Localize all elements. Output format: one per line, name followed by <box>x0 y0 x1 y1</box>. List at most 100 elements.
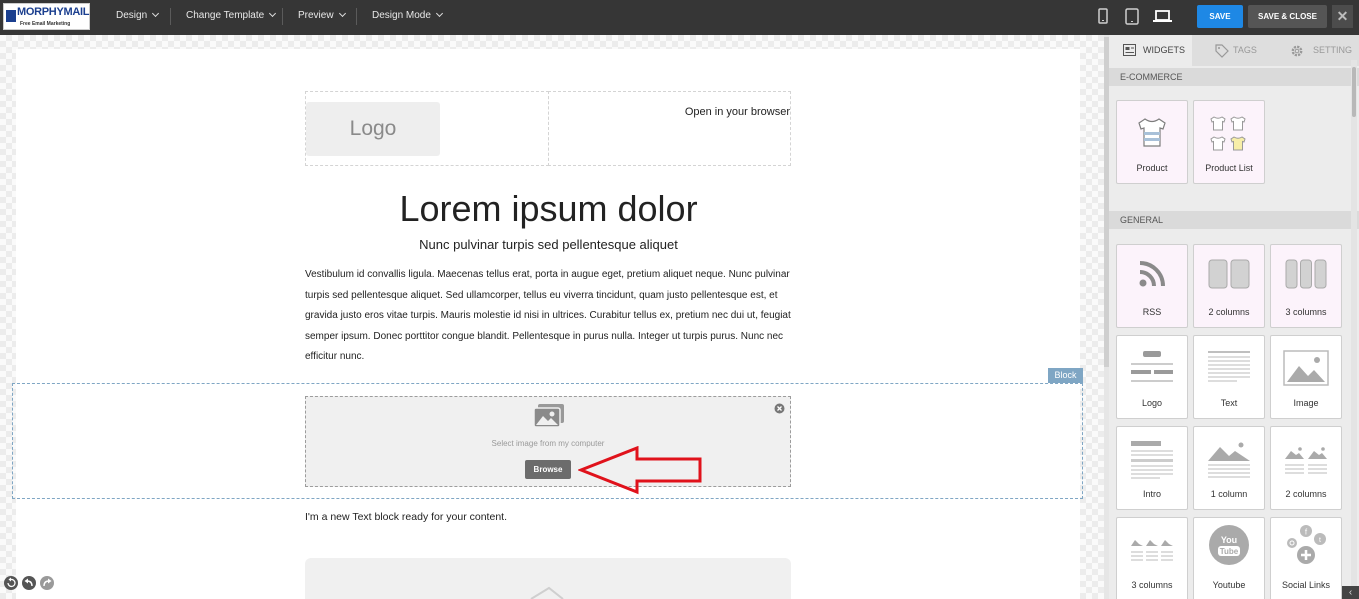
chevron-down-icon <box>269 9 277 18</box>
text-icon <box>1208 351 1250 382</box>
widget-intro[interactable]: Intro <box>1116 426 1188 510</box>
brand-mark-icon <box>6 10 16 22</box>
select-image-label: Select image from my computer <box>491 439 605 448</box>
collapse-panel-icon[interactable]: ‹ <box>1342 586 1359 599</box>
widget-youtube[interactable]: You Tube Youtube <box>1193 517 1265 599</box>
menu-divider <box>282 8 283 25</box>
panel-tabs: WIDGETS TAGS SETTING <box>1109 35 1359 66</box>
tab-tags[interactable]: TAGS <box>1201 35 1271 66</box>
panel-scrollbar-thumb[interactable] <box>1352 67 1356 117</box>
mobile-icon[interactable] <box>1098 8 1108 24</box>
widget-two-column-images-label: 2 columns <box>1285 489 1327 499</box>
menu-divider <box>170 8 171 25</box>
widget-social-links-label: Social Links <box>1281 580 1331 590</box>
logo-icon <box>1131 351 1173 382</box>
brand-tagline: Free Email Marketing <box>20 21 71 27</box>
widget-youtube-label: Youtube <box>1212 580 1246 590</box>
image-card-placeholder[interactable] <box>305 558 791 599</box>
menu-preview-label: Preview <box>298 10 334 21</box>
menu-change-template-label: Change Template <box>186 10 265 21</box>
gear-icon <box>1291 45 1303 57</box>
widget-rss[interactable]: RSS <box>1116 244 1188 328</box>
history-icon[interactable] <box>4 576 18 590</box>
redo-icon[interactable] <box>40 576 54 590</box>
close-icon[interactable]: ✕ <box>1332 5 1353 28</box>
intro-icon <box>1131 441 1173 479</box>
save-button[interactable]: SAVE <box>1197 5 1243 28</box>
image-placeholder-icon <box>530 586 564 599</box>
email-paragraph[interactable]: Vestibulum id convallis ligula. Maecenas… <box>305 265 792 368</box>
menu-divider <box>356 8 357 25</box>
widget-two-column-images[interactable]: 2 columns <box>1270 426 1342 510</box>
chevron-down-icon <box>435 9 443 18</box>
two-columns-icon <box>1208 259 1250 289</box>
email-headline[interactable]: Lorem ipsum dolor <box>306 188 791 230</box>
menu-design-label: Design <box>116 10 148 21</box>
widget-product-label: Product <box>1136 163 1168 173</box>
widget-one-column-label: 1 column <box>1210 489 1248 499</box>
rss-icon <box>1139 261 1165 287</box>
new-text-block[interactable]: I'm a new Text block ready for your cont… <box>305 511 507 523</box>
two-column-images-icon <box>1285 447 1327 474</box>
youtube-icon: You Tube <box>1209 525 1249 565</box>
remove-block-icon[interactable] <box>774 403 785 414</box>
widget-one-column[interactable]: 1 column <box>1193 426 1265 510</box>
tablet-icon[interactable] <box>1125 8 1139 25</box>
section-general: GENERAL <box>1109 211 1359 229</box>
widget-three-column-images[interactable]: 3 columns <box>1116 517 1188 599</box>
widget-image[interactable]: Image <box>1270 335 1342 419</box>
menu-design-mode[interactable]: Design Mode <box>372 9 443 21</box>
widget-logo[interactable]: Logo <box>1116 335 1188 419</box>
tab-setting[interactable]: SETTING <box>1275 35 1359 66</box>
widget-image-label: Image <box>1293 398 1319 408</box>
widget-two-columns[interactable]: 2 columns <box>1193 244 1265 328</box>
image-icon <box>1283 350 1329 386</box>
widget-product-list[interactable]: Product List <box>1193 100 1265 184</box>
widget-social-links[interactable]: ft Social Links <box>1270 517 1342 599</box>
section-ecommerce: E-COMMERCE <box>1109 68 1359 86</box>
widget-logo-label: Logo <box>1141 398 1163 408</box>
widget-two-columns-label: 2 columns <box>1208 307 1250 317</box>
shirt-list-icon <box>1210 116 1246 151</box>
widget-three-columns[interactable]: 3 columns <box>1270 244 1342 328</box>
chevron-down-icon <box>152 9 160 18</box>
desktop-icon[interactable] <box>1153 10 1172 23</box>
menu-design[interactable]: Design <box>116 9 160 21</box>
shirt-icon <box>1138 118 1166 147</box>
widget-text-label: Text <box>1220 398 1238 408</box>
open-in-browser-link[interactable]: Open in your browser <box>560 106 790 118</box>
menu-preview[interactable]: Preview <box>298 9 346 21</box>
widgets-panel: WIDGETS TAGS SETTING E-COMMERCE Product … <box>1109 35 1359 599</box>
three-columns-icon <box>1285 259 1327 289</box>
social-links-icon: ft <box>1287 525 1326 564</box>
undo-icon[interactable] <box>22 576 36 590</box>
menu-design-mode-label: Design Mode <box>372 10 431 21</box>
widgets-icon <box>1123 44 1136 56</box>
save-and-close-button[interactable]: SAVE & CLOSE <box>1248 5 1327 28</box>
svg-text:You: You <box>1221 535 1237 545</box>
svg-text:t: t <box>1319 537 1321 544</box>
widget-text[interactable]: Text <box>1193 335 1265 419</box>
block-tag: Block <box>1048 368 1083 383</box>
svg-text:Tube: Tube <box>1220 547 1239 556</box>
logo-placeholder[interactable]: Logo <box>306 102 440 156</box>
header-right-cell[interactable] <box>548 91 791 166</box>
tab-widgets[interactable]: WIDGETS <box>1109 35 1192 66</box>
panel-scrollbar[interactable] <box>1351 60 1357 599</box>
widget-rss-label: RSS <box>1142 307 1162 317</box>
tab-tags-label: TAGS <box>1233 45 1257 55</box>
widget-product-list-label: Product List <box>1205 163 1253 173</box>
email-subheadline[interactable]: Nunc pulvinar turpis sed pellentesque al… <box>306 237 791 252</box>
tab-setting-label: SETTING <box>1313 45 1353 55</box>
three-column-images-icon <box>1131 540 1173 561</box>
widget-product[interactable]: Product <box>1116 100 1188 184</box>
widget-intro-label: Intro <box>1142 489 1161 499</box>
top-toolbar: MORPHYMAIL Free Email Marketing Design C… <box>0 0 1359 35</box>
brand-logo[interactable]: MORPHYMAIL Free Email Marketing <box>3 3 90 30</box>
browse-button[interactable]: Browse <box>525 460 571 479</box>
widget-three-column-images-label: 3 columns <box>1131 580 1173 590</box>
red-arrow-annotation <box>578 446 702 495</box>
tag-icon <box>1215 44 1229 58</box>
tab-widgets-label: WIDGETS <box>1143 45 1185 55</box>
menu-change-template[interactable]: Change Template <box>186 9 277 21</box>
